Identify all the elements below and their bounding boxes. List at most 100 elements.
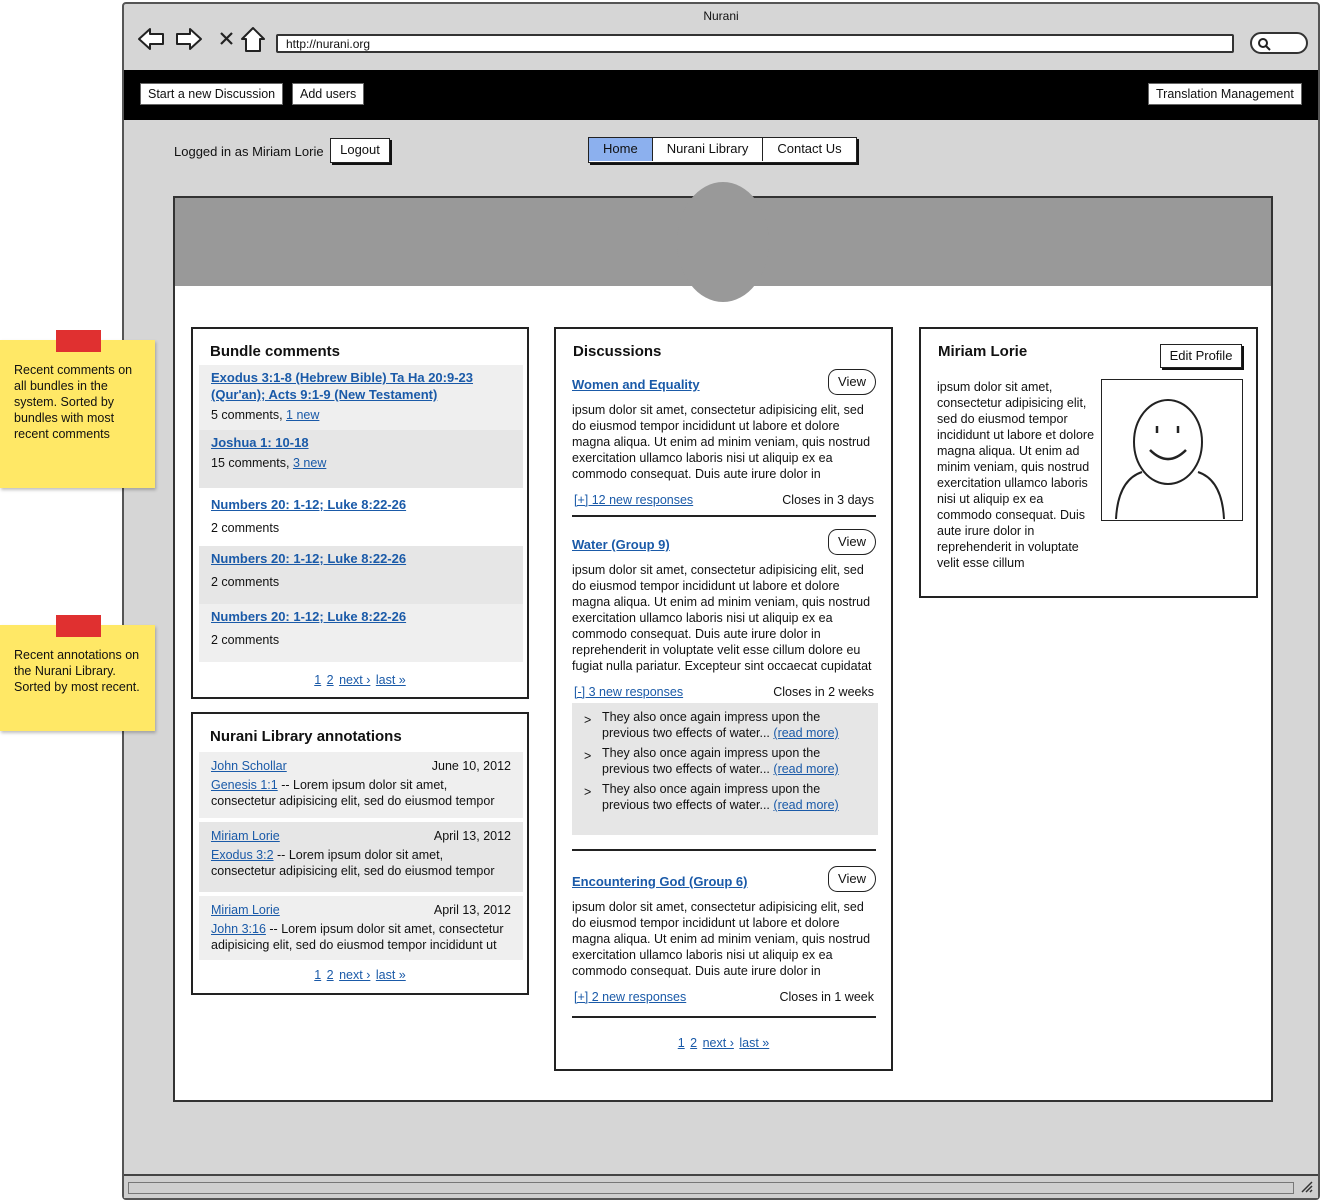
- tab-home[interactable]: Home: [589, 138, 653, 161]
- response-item: > They also once again impress upon the …: [584, 746, 839, 776]
- annotation-ref-link[interactable]: Genesis 1:1: [211, 778, 278, 792]
- annotation-ref-link[interactable]: John 3:16: [211, 922, 266, 936]
- list-item: Numbers 20: 1-12; Luke 8:22-26 2 comment…: [199, 604, 523, 662]
- pager-next[interactable]: next ›: [339, 673, 370, 687]
- chevron-right-icon: >: [584, 785, 592, 799]
- comment-count: 2 comments: [211, 521, 280, 535]
- profile-panel: Miriam Lorie Edit Profile ipsum dolor si…: [919, 327, 1258, 598]
- pager-page-1[interactable]: 1: [314, 968, 321, 982]
- discussion-title-link[interactable]: Water (Group 9): [572, 537, 670, 552]
- divider: [572, 1016, 876, 1018]
- pager-last[interactable]: last »: [376, 968, 406, 982]
- pager-page-1[interactable]: 1: [678, 1036, 685, 1050]
- url-bar[interactable]: http://nurani.org: [276, 34, 1234, 53]
- view-button[interactable]: View: [828, 866, 876, 892]
- browser-window: Nurani http://nurani.org Start a new Dis…: [122, 2, 1320, 1200]
- closes-label: Closes in 2 weeks: [773, 685, 874, 699]
- annotation-date: April 13, 2012: [433, 903, 511, 917]
- discussion-item: Encountering God (Group 6) View ipsum do…: [572, 866, 876, 1024]
- annotation-text: Exodus 3:2 -- Lorem ipsum dolor sit amet…: [211, 848, 495, 878]
- closes-label: Closes in 1 week: [779, 990, 875, 1004]
- pager-next[interactable]: next ›: [703, 1036, 734, 1050]
- back-arrow-icon[interactable]: [136, 24, 166, 54]
- annotation-user-link[interactable]: Miriam Lorie: [211, 828, 280, 844]
- profile-name: Miriam Lorie: [938, 343, 1028, 360]
- list-item: Joshua 1: 10-18 15 comments, 3 new: [199, 430, 523, 488]
- pager-page-1[interactable]: 1: [314, 673, 321, 687]
- responses-toggle[interactable]: [+] 2 new responses: [574, 990, 686, 1004]
- pager-page-2[interactable]: 2: [327, 673, 334, 687]
- discussion-title-link[interactable]: Women and Equality: [572, 377, 700, 392]
- annotation-text: Genesis 1:1 -- Lorem ipsum dolor sit ame…: [211, 778, 495, 808]
- bundle-link[interactable]: Exodus 3:1-8 (Hebrew Bible) Ta Ha 20:9-2…: [211, 369, 511, 403]
- panel-title: Discussions: [573, 343, 662, 360]
- sticky-note: Recent comments on all bundles in the sy…: [0, 330, 155, 488]
- sticky-note: Recent annotations on the Nurani Library…: [0, 615, 155, 731]
- list-item: John Schollar June 10, 2012 Genesis 1:1 -…: [199, 752, 523, 818]
- annotation-text: John 3:16 -- Lorem ipsum dolor sit amet,…: [211, 922, 504, 952]
- sticky-tape: [56, 615, 101, 637]
- panel-title: Bundle comments: [210, 343, 341, 360]
- profile-bio: ipsum dolor sit amet, consectetur adipis…: [937, 380, 1095, 570]
- responses-toggle[interactable]: [-] 3 new responses: [574, 685, 683, 699]
- read-more-link[interactable]: (read more): [773, 798, 838, 812]
- bundle-link[interactable]: Numbers 20: 1-12; Luke 8:22-26: [211, 608, 511, 625]
- annotation-ref-link[interactable]: Exodus 3:2: [211, 848, 274, 862]
- tab-contact-us[interactable]: Contact Us: [763, 138, 856, 161]
- chevron-right-icon: >: [584, 713, 592, 727]
- view-button[interactable]: View: [828, 369, 876, 395]
- panel-title: Nurani Library annotations: [210, 728, 402, 745]
- bundle-link[interactable]: Joshua 1: 10-18: [211, 434, 511, 451]
- forward-arrow-icon[interactable]: [174, 24, 204, 54]
- comment-count: 15 comments, 3 new: [211, 456, 327, 470]
- annotations-panel: Nurani Library annotations John Schollar…: [191, 712, 529, 995]
- horizontal-scrollbar[interactable]: [128, 1182, 1294, 1194]
- annotation-date: June 10, 2012: [431, 759, 511, 773]
- closes-label: Closes in 3 days: [782, 493, 874, 507]
- pager: 1 2 next › last »: [193, 673, 527, 687]
- view-button[interactable]: View: [828, 529, 876, 555]
- pager: 1 2 next › last »: [556, 1036, 891, 1050]
- resize-grip-icon[interactable]: [1300, 1180, 1314, 1194]
- responses-list: > They also once again impress upon the …: [572, 703, 878, 835]
- content-area: Bundle comments Exodus 3:1-8 (Hebrew Bib…: [173, 182, 1273, 1102]
- home-icon[interactable]: [238, 24, 268, 54]
- add-users-button[interactable]: Add users: [292, 83, 365, 105]
- browser-search-box[interactable]: [1250, 32, 1308, 54]
- edit-profile-button[interactable]: Edit Profile: [1160, 344, 1242, 368]
- responses-toggle[interactable]: [+] 12 new responses: [574, 493, 693, 507]
- tab-nurani-library[interactable]: Nurani Library: [652, 138, 764, 161]
- logout-button[interactable]: Logout: [330, 138, 390, 163]
- annotation-user-link[interactable]: John Schollar: [211, 758, 287, 774]
- new-comments-link[interactable]: 1 new: [286, 408, 319, 422]
- sticky-note-text: Recent annotations on the Nurani Library…: [14, 648, 140, 694]
- list-item: Miriam Lorie April 13, 2012 Exodus 3:2 --…: [199, 822, 523, 892]
- translation-management-button[interactable]: Translation Management: [1148, 83, 1302, 105]
- banner-logo-circle: [677, 182, 769, 302]
- discussion-footer: [+] 12 new responses Closes in 3 days: [574, 493, 874, 507]
- pager-last[interactable]: last »: [739, 1036, 769, 1050]
- logged-in-label: Logged in as Miriam Lorie: [174, 144, 324, 159]
- new-comments-link[interactable]: 3 new: [293, 456, 326, 470]
- sticky-note-text: Recent comments on all bundles in the sy…: [14, 363, 133, 441]
- response-item: > They also once again impress upon the …: [584, 710, 839, 740]
- admin-toolbar: Start a new Discussion Add users Transla…: [124, 70, 1318, 120]
- bundle-link[interactable]: Numbers 20: 1-12; Luke 8:22-26: [211, 550, 511, 567]
- pager-page-2[interactable]: 2: [327, 968, 334, 982]
- pager-next[interactable]: next ›: [339, 968, 370, 982]
- bundle-link[interactable]: Numbers 20: 1-12; Luke 8:22-26: [211, 496, 511, 513]
- pager-last[interactable]: last »: [376, 673, 406, 687]
- pager-page-2[interactable]: 2: [690, 1036, 697, 1050]
- start-discussion-button[interactable]: Start a new Discussion: [140, 83, 284, 105]
- discussion-footer: [-] 3 new responses Closes in 2 weeks: [574, 685, 874, 699]
- annotation-date: April 13, 2012: [433, 829, 511, 843]
- read-more-link[interactable]: (read more): [773, 762, 838, 776]
- discussion-title-link[interactable]: Encountering God (Group 6): [572, 874, 748, 889]
- browser-status-bar: [124, 1174, 1318, 1198]
- annotation-user-link[interactable]: Miriam Lorie: [211, 902, 280, 918]
- chevron-right-icon: >: [584, 749, 592, 763]
- list-item: Numbers 20: 1-12; Luke 8:22-26 2 comment…: [199, 492, 523, 546]
- discussion-body: ipsum dolor sit amet, consectetur adipis…: [572, 900, 871, 978]
- pager: 1 2 next › last »: [193, 968, 527, 982]
- read-more-link[interactable]: (read more): [773, 726, 838, 740]
